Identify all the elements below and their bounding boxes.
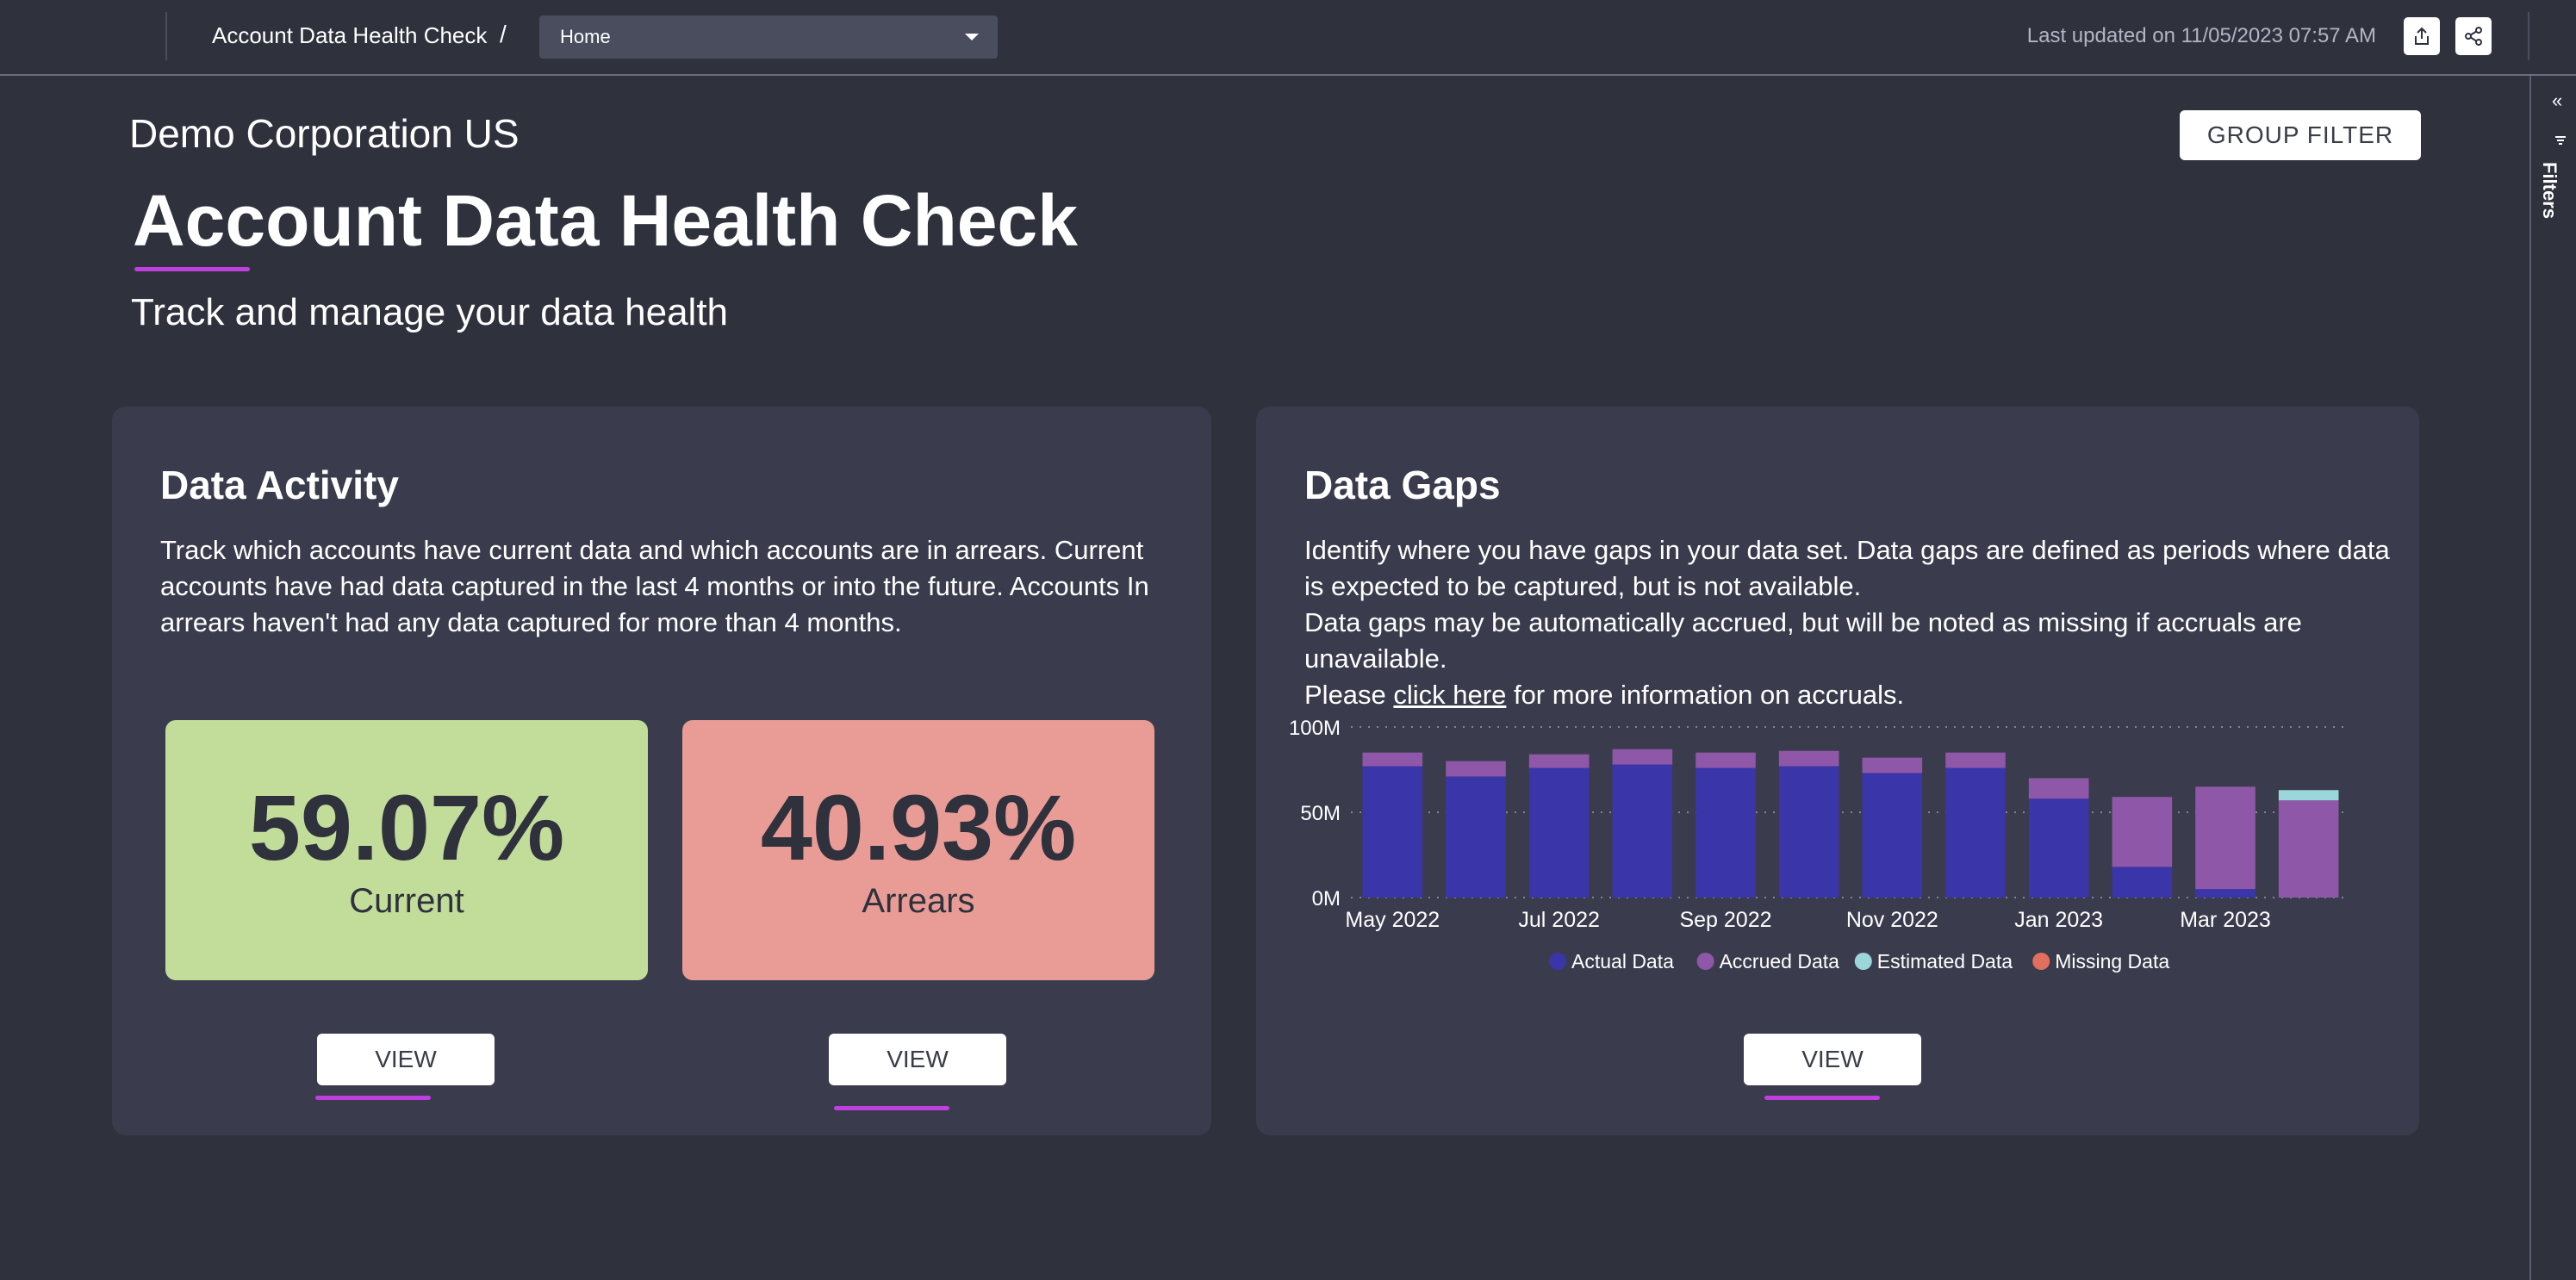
top-bar: Account Data Health Check / Home Last up… bbox=[0, 0, 2576, 76]
legend-label: Missing Data bbox=[2055, 950, 2169, 972]
breadcrumb-separator: / bbox=[500, 21, 507, 47]
bar-segment[interactable] bbox=[1778, 750, 1839, 767]
current-percentage: 59.07% bbox=[248, 774, 565, 879]
divider bbox=[2528, 12, 2529, 60]
legend-marker bbox=[1549, 953, 1566, 970]
bar-segment[interactable] bbox=[2028, 798, 2089, 898]
legend-label: Estimated Data bbox=[1877, 950, 2013, 972]
bar-segment[interactable] bbox=[1612, 749, 1673, 765]
x-tick-label: Mar 2023 bbox=[2180, 908, 2271, 932]
legend-marker bbox=[1696, 953, 1714, 970]
share-icon bbox=[2465, 27, 2482, 46]
last-updated-text: Last updated on 11/05/2023 07:57 AM bbox=[2026, 24, 2376, 47]
legend-label: Accrued Data bbox=[1720, 950, 1840, 972]
bar-segment[interactable] bbox=[2195, 889, 2256, 898]
bar-segment[interactable] bbox=[2112, 797, 2173, 867]
divider bbox=[165, 12, 167, 60]
page-subtitle: Track and manage your data health bbox=[131, 291, 729, 333]
data-gaps-card: Data Gaps Identify where you have gaps i… bbox=[1256, 407, 2419, 1135]
bar-segment[interactable] bbox=[1362, 766, 1423, 898]
current-label: Current bbox=[349, 881, 464, 920]
bar-segment[interactable] bbox=[2195, 786, 2256, 890]
filter-icon bbox=[2555, 136, 2566, 145]
view-data-gaps-button[interactable]: VIEW bbox=[1744, 1034, 1921, 1085]
x-tick-label: Nov 2022 bbox=[1846, 908, 1938, 932]
data-activity-card: Data Activity Track which accounts have … bbox=[112, 407, 1211, 1135]
bar-segment[interactable] bbox=[2028, 778, 2089, 799]
collapse-icon[interactable]: « bbox=[2552, 90, 2562, 112]
group-filter-button[interactable]: GROUP FILTER bbox=[2180, 110, 2421, 160]
bar-segment[interactable] bbox=[2112, 867, 2173, 898]
view-arrears-button[interactable]: VIEW bbox=[829, 1034, 1006, 1085]
export-icon bbox=[2415, 27, 2429, 45]
bar-segment[interactable] bbox=[1696, 752, 1756, 768]
y-tick-label: 100M bbox=[1289, 718, 1341, 740]
report-title: Account Data Health Check bbox=[212, 22, 488, 48]
bar-segment[interactable] bbox=[1696, 767, 1756, 898]
bar-segment[interactable] bbox=[1446, 761, 1506, 777]
bar-segment[interactable] bbox=[1528, 767, 1590, 898]
bar-segment[interactable] bbox=[2278, 790, 2339, 801]
card-title: Data Activity bbox=[160, 463, 399, 507]
bar-segment[interactable] bbox=[1362, 752, 1423, 767]
bar-segment[interactable] bbox=[1945, 767, 2006, 898]
bar-segment[interactable] bbox=[2278, 800, 2339, 898]
view-current-button[interactable]: VIEW bbox=[317, 1034, 495, 1085]
x-tick-label: Jul 2022 bbox=[1518, 908, 1600, 932]
x-tick-label: May 2022 bbox=[1345, 908, 1440, 932]
bar-segment[interactable] bbox=[1945, 752, 2006, 768]
bar-segment[interactable] bbox=[1862, 773, 1923, 898]
share-button[interactable] bbox=[2455, 17, 2492, 55]
description-line: Data gaps may be automatically accrued, … bbox=[1304, 607, 2302, 674]
filters-label[interactable]: Filters bbox=[2538, 162, 2560, 219]
card-description: Identify where you have gaps in your dat… bbox=[1304, 532, 2390, 713]
legend-label: Actual Data bbox=[1571, 950, 1674, 972]
legend-marker bbox=[1854, 953, 1872, 970]
page-dropdown-value: Home bbox=[560, 26, 611, 47]
description-line: Please click here for more information o… bbox=[1304, 677, 2390, 713]
card-description: Track which accounts have current data a… bbox=[160, 535, 1149, 637]
legend-marker bbox=[2032, 953, 2050, 970]
x-tick-label: Jan 2023 bbox=[2014, 908, 2103, 932]
accent-underline bbox=[834, 1106, 949, 1110]
bar-segment[interactable] bbox=[1778, 766, 1839, 898]
export-button[interactable] bbox=[2404, 17, 2440, 55]
bar-segment[interactable] bbox=[1446, 776, 1506, 898]
description-text: Please bbox=[1304, 680, 1394, 710]
arrears-label: Arrears bbox=[862, 881, 975, 920]
accent-underline bbox=[1764, 1096, 1880, 1100]
arrears-percentage: 40.93% bbox=[760, 774, 1077, 879]
chevron-down-icon bbox=[965, 34, 979, 40]
filters-pane[interactable]: « Filters bbox=[2529, 76, 2576, 1280]
page-title: Account Data Health Check bbox=[133, 180, 1078, 261]
accruals-info-link[interactable]: click here bbox=[1393, 680, 1506, 710]
accent-underline bbox=[134, 267, 250, 271]
bar-segment[interactable] bbox=[1862, 757, 1923, 774]
accent-underline bbox=[315, 1096, 431, 1100]
page-dropdown[interactable]: Home bbox=[539, 16, 998, 59]
current-kpi-tile: 59.07% Current bbox=[165, 720, 648, 980]
bar-segment[interactable] bbox=[1528, 754, 1590, 768]
y-tick-label: 0M bbox=[1312, 887, 1341, 910]
x-tick-label: Sep 2022 bbox=[1679, 908, 1771, 932]
company-name: Demo Corporation US bbox=[129, 111, 520, 156]
bar-segment[interactable] bbox=[1612, 764, 1673, 898]
description-line: Identify where you have gaps in your dat… bbox=[1304, 535, 2390, 601]
y-tick-label: 50M bbox=[1300, 802, 1341, 825]
arrears-kpi-tile: 40.93% Arrears bbox=[682, 720, 1154, 980]
description-text: for more information on accruals. bbox=[1506, 680, 1905, 710]
data-gaps-chart[interactable]: 0M 50M 100M May 2022 Jul 2022 Sep 2022 Nov 202… bbox=[1273, 718, 2411, 977]
card-title: Data Gaps bbox=[1304, 463, 1501, 507]
